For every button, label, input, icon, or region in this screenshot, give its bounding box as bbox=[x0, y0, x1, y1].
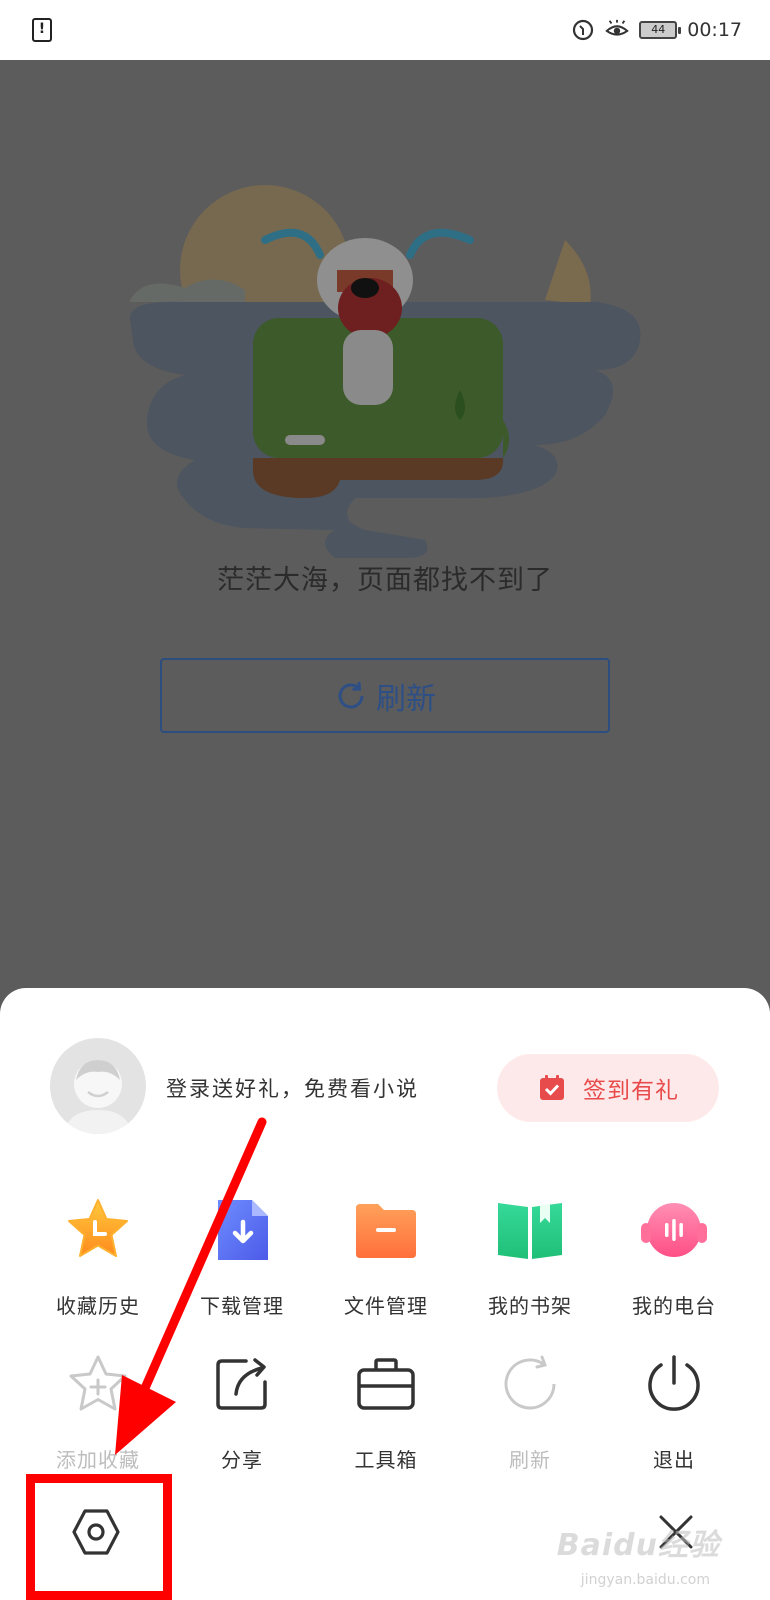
menu-item-toolbox[interactable]: 工具箱 bbox=[314, 1348, 458, 1478]
menu-item-bookshelf[interactable]: 我的书架 bbox=[458, 1194, 602, 1324]
menu-item-label: 我的电台 bbox=[632, 1294, 716, 1318]
menu-item-favorites-history[interactable]: 收藏历史 bbox=[26, 1194, 170, 1324]
radio-icon bbox=[638, 1194, 710, 1266]
menu-item-label: 我的书架 bbox=[488, 1294, 572, 1318]
menu-row-1: 收藏历史 下载管理 文件管理 我的书架 我的电台 bbox=[26, 1194, 746, 1324]
page-refresh-label: 刷新 bbox=[376, 681, 436, 717]
menu-item-download-manager[interactable]: 下载管理 bbox=[170, 1194, 314, 1324]
menu-item-file-manager[interactable]: 文件管理 bbox=[314, 1194, 458, 1324]
download-file-icon bbox=[206, 1194, 278, 1266]
battery-icon: 44 bbox=[639, 21, 682, 39]
menu-row-2: 添加收藏 分享 工具箱 刷新 退出 bbox=[26, 1348, 746, 1478]
default-avatar-icon bbox=[64, 1060, 132, 1134]
share-icon bbox=[206, 1348, 278, 1420]
error-message: 茫茫大海，页面都找不到了 bbox=[217, 565, 553, 596]
watermark-url: jingyan.baidu.com bbox=[580, 1572, 710, 1588]
menu-item-share[interactable]: 分享 bbox=[170, 1348, 314, 1478]
menu-item-label: 工具箱 bbox=[354, 1448, 418, 1472]
alert-icon bbox=[32, 18, 52, 42]
annotation-highlight-box bbox=[26, 1474, 172, 1600]
watermark-logo: Baidu经验 bbox=[556, 1528, 720, 1563]
status-icons: 44 00:17 bbox=[571, 16, 742, 44]
menu-item-label: 收藏历史 bbox=[56, 1294, 140, 1318]
calendar-check-icon bbox=[540, 1075, 564, 1100]
lost-dog-illustration bbox=[130, 185, 641, 558]
book-icon bbox=[494, 1194, 566, 1266]
login-prompt[interactable]: 登录送好礼，免费看小说 bbox=[166, 1073, 419, 1103]
clock: 00:17 bbox=[687, 19, 742, 41]
avatar[interactable] bbox=[50, 1038, 146, 1134]
menu-item-add-favorite[interactable]: 添加收藏 bbox=[26, 1348, 170, 1478]
menu-item-label: 下载管理 bbox=[200, 1294, 284, 1318]
menu-item-label: 添加收藏 bbox=[56, 1448, 140, 1472]
refresh-icon bbox=[494, 1348, 566, 1420]
star-clock-icon bbox=[62, 1194, 134, 1266]
menu-item-refresh[interactable]: 刷新 bbox=[458, 1348, 602, 1478]
add-star-icon bbox=[62, 1348, 134, 1420]
menu-item-label: 退出 bbox=[653, 1448, 695, 1472]
error-page: 茫茫大海，页面都找不到了 刷新 bbox=[0, 60, 770, 995]
status-bar: 44 00:17 bbox=[0, 0, 770, 60]
toolbox-icon bbox=[350, 1348, 422, 1420]
signin-button[interactable]: 签到有礼 bbox=[497, 1054, 719, 1122]
menu-item-label: 分享 bbox=[221, 1448, 263, 1472]
eye-comfort-icon bbox=[605, 19, 629, 36]
menu-item-exit[interactable]: 退出 bbox=[602, 1348, 746, 1478]
signin-label: 签到有礼 bbox=[583, 1078, 679, 1104]
page-refresh-button[interactable]: 刷新 bbox=[160, 658, 610, 733]
menu-item-label: 刷新 bbox=[509, 1448, 551, 1472]
menu-item-my-radio[interactable]: 我的电台 bbox=[602, 1194, 746, 1324]
folder-icon bbox=[350, 1194, 422, 1266]
refresh-icon bbox=[338, 681, 364, 708]
power-icon bbox=[638, 1348, 710, 1420]
data-saver-icon bbox=[573, 19, 594, 41]
menu-item-label: 文件管理 bbox=[344, 1294, 428, 1318]
